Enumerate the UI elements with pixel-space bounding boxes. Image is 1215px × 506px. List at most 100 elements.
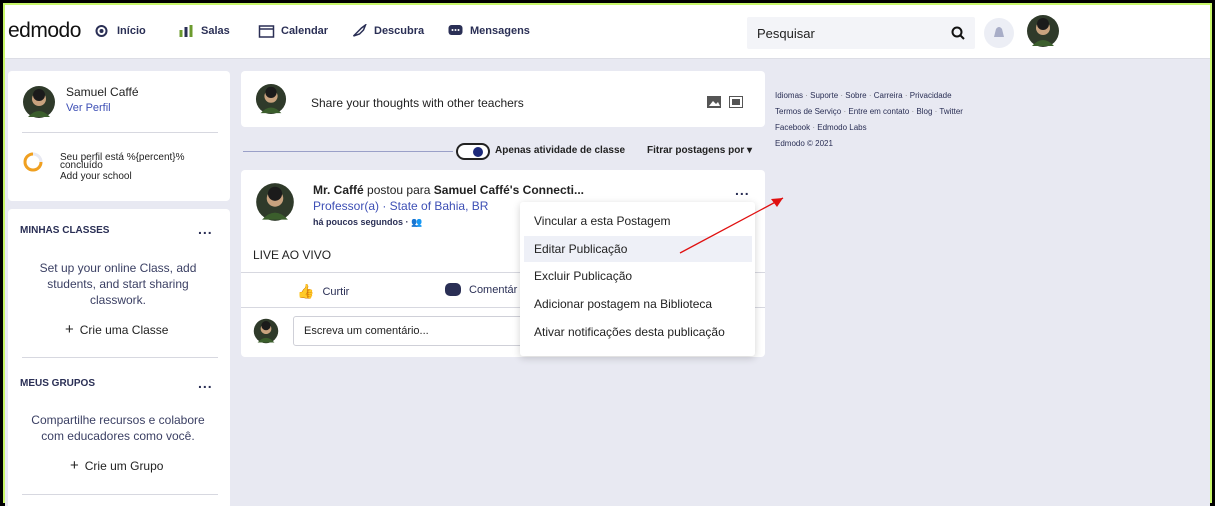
post-author-name[interactable]: Mr. Caffé — [313, 183, 364, 197]
groups-menu-button[interactable]: ... — [198, 375, 213, 391]
classes-description: Set up your online Class, add students, … — [18, 260, 218, 308]
menu-item-enable-notifications[interactable]: Ativar notificações desta publicação — [534, 325, 725, 339]
share-card[interactable]: Share your thoughts with other teachers — [241, 71, 765, 127]
footer-link[interactable]: Blog — [916, 107, 932, 116]
class-activity-label: Apenas atividade de classe — [495, 145, 626, 156]
edmodo-window: edmodo Início Salas Calendar Descubra Me… — [5, 5, 1210, 506]
footer-link[interactable]: Twitter — [939, 107, 963, 116]
nav-item-calendar[interactable]: Calendar — [258, 24, 328, 38]
comment-input[interactable]: Escreva um comentário... — [293, 316, 523, 346]
nav-label: Calendar — [281, 25, 329, 37]
add-school-link[interactable]: Add your school — [60, 172, 132, 182]
groups-description: Compartilhe recursos e colabore com educ… — [16, 412, 220, 444]
image-icon[interactable] — [707, 96, 721, 108]
post-author-role: Professor(a) · State of Bahia, BR — [313, 199, 489, 213]
avatar — [253, 318, 279, 344]
footer-separator: · — [866, 91, 874, 100]
avatar — [255, 83, 287, 115]
divider — [22, 494, 218, 495]
comment-placeholder: Escreva um comentário... — [304, 325, 429, 337]
nav-label: Salas — [201, 25, 230, 37]
top-navigation-bar: edmodo Início Salas Calendar Descubra Me… — [5, 5, 1210, 59]
menu-item-add-to-library[interactable]: Adicionar postagem na Biblioteca — [534, 297, 712, 311]
post-time-text: há poucos segundos · — [313, 217, 409, 227]
plus-icon: + — [70, 457, 79, 474]
filter-posts-dropdown[interactable]: Fitrar postagens por ▾ — [647, 145, 752, 156]
my-classes-title: MINHAS CLASSES — [20, 225, 110, 236]
post-target[interactable]: Samuel Caffé's Connecti... — [434, 183, 584, 197]
search-input[interactable]: Pesquisar — [747, 17, 975, 49]
annotation-arrow — [679, 197, 784, 254]
comment-label: Comentár — [469, 283, 518, 296]
view-profile-link[interactable]: Ver Perfil — [66, 102, 111, 114]
footer-line-3: Facebook · Edmodo Labs — [775, 120, 1055, 136]
like-label: Curtir — [322, 285, 350, 298]
classes-desc-line: students, and start sharing — [47, 277, 189, 291]
post-header: Mr. Caffé postou para Samuel Caffé's Con… — [313, 183, 584, 197]
nav-item-descubra[interactable]: Descubra — [351, 24, 424, 38]
footer-link[interactable]: Sobre — [845, 91, 866, 100]
comment-icon — [445, 283, 461, 296]
groups-desc-line: com educadores como você. — [41, 429, 195, 443]
nav-item-mensagens[interactable]: Mensagens — [447, 24, 530, 38]
post-verb: postou para — [367, 183, 431, 197]
footer-link[interactable]: Carreira — [874, 91, 903, 100]
footer-link[interactable]: Entre em contato — [848, 107, 909, 116]
profile-name[interactable]: Samuel Caffé — [66, 85, 139, 99]
footer-line-1: Idiomas · Suporte · Sobre · Carreira · P… — [775, 88, 1055, 104]
post-timestamp: há poucos segundos · 👥 — [313, 217, 422, 228]
filter-divider — [243, 151, 453, 152]
divider — [22, 132, 218, 133]
footer-link[interactable]: Idiomas — [775, 91, 803, 100]
notifications-button[interactable] — [984, 18, 1014, 48]
classes-menu-button[interactable]: ... — [198, 221, 213, 237]
divider — [22, 357, 218, 358]
classes-icon — [179, 25, 193, 37]
sidebar-groups-card: MINHAS CLASSES ... Set up your online Cl… — [8, 209, 230, 506]
avatar[interactable] — [22, 85, 56, 119]
nav-label: Mensagens — [470, 25, 530, 37]
share-prompt[interactable]: Share your thoughts with other teachers — [311, 96, 524, 110]
document-icon[interactable] — [729, 96, 743, 108]
my-groups-title: MEUS GRUPOS — [20, 378, 96, 389]
groups-desc-line: Compartilhe recursos e colabore — [31, 413, 205, 427]
footer-link[interactable]: Termos de Serviço — [775, 107, 841, 116]
copyright: Edmodo © 2021 — [775, 139, 833, 148]
create-class-button[interactable]: + Crie uma Classe — [65, 321, 168, 338]
avatar[interactable] — [255, 182, 295, 222]
toggle-knob — [473, 147, 483, 157]
plus-icon: + — [65, 321, 74, 338]
audience-icon: 👥 — [411, 217, 423, 227]
footer-link[interactable]: Privacidade — [910, 91, 952, 100]
footer-link[interactable]: Facebook — [775, 123, 810, 132]
class-activity-toggle[interactable] — [456, 143, 490, 160]
chevron-down-icon: ▾ — [747, 145, 753, 156]
menu-item-delete-post[interactable]: Excluir Publicação — [534, 269, 632, 283]
footer-link[interactable]: Edmodo Labs — [817, 123, 866, 132]
messages-icon — [448, 25, 463, 35]
create-group-button[interactable]: + Crie um Grupo — [70, 457, 163, 474]
rocket-icon — [352, 24, 367, 37]
create-group-label: Crie um Grupo — [84, 458, 164, 473]
nav-item-inicio[interactable]: Início — [94, 24, 146, 38]
user-avatar-button[interactable] — [1026, 14, 1060, 48]
create-class-label: Crie uma Classe — [79, 322, 169, 337]
footer-link[interactable]: Suporte — [810, 91, 838, 100]
footer-links: Idiomas · Suporte · Sobre · Carreira · P… — [775, 88, 1055, 152]
avatar — [1027, 15, 1059, 47]
classes-desc-line: Set up your online Class, add — [39, 261, 197, 275]
post-content: LIVE AO VIVO — [253, 248, 332, 262]
like-button[interactable]: 👍 Curtir — [297, 283, 349, 300]
calendar-icon — [258, 25, 275, 38]
progress-ring-icon — [23, 152, 43, 172]
comment-button[interactable]: Comentár — [445, 283, 517, 296]
menu-item-link-post[interactable]: Vincular a esta Postagem — [534, 214, 671, 228]
footer-separator: · — [902, 91, 910, 100]
profile-card: Samuel Caffé Ver Perfil Seu perfil está … — [8, 71, 230, 201]
bell-icon — [994, 27, 1004, 37]
thumbs-up-icon: 👍 — [297, 283, 315, 299]
search-icon[interactable] — [951, 26, 965, 40]
nav-item-salas[interactable]: Salas — [178, 24, 230, 38]
edmodo-logo[interactable]: edmodo — [8, 19, 81, 43]
nav-label: Início — [117, 25, 146, 37]
